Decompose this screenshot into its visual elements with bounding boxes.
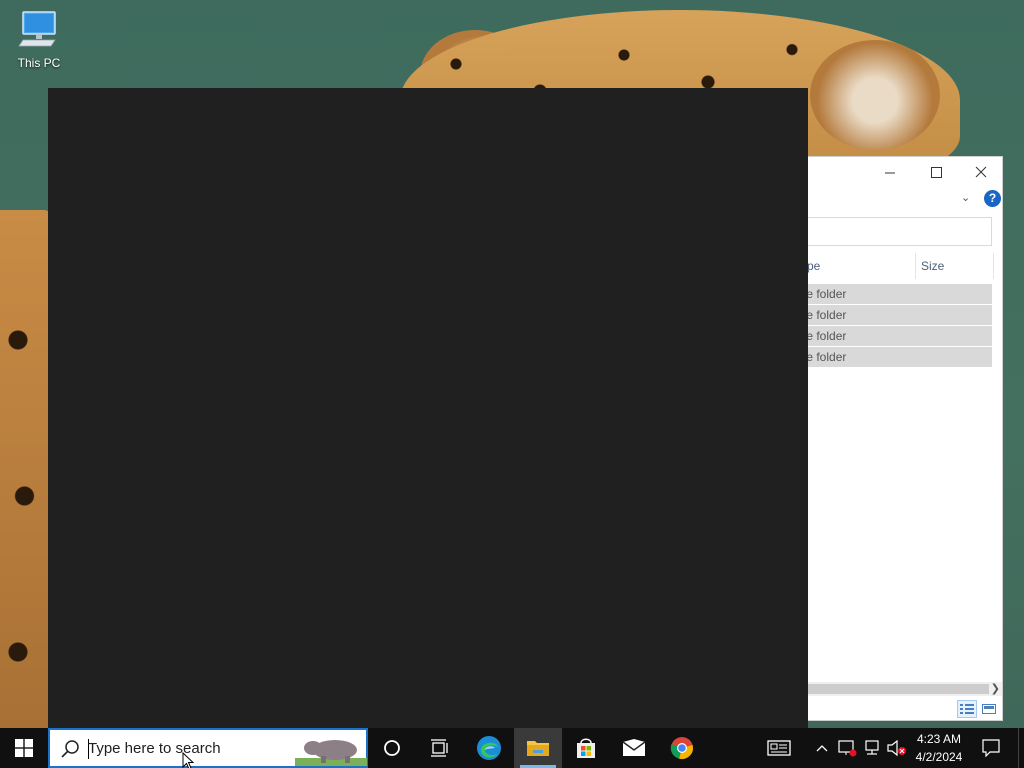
volume-button[interactable] [884,728,910,768]
column-divider[interactable] [993,253,994,279]
column-divider[interactable] [915,253,916,279]
scrollbar-thumb[interactable] [801,684,989,694]
details-view-button[interactable] [957,700,977,718]
help-icon[interactable]: ? [984,190,1001,207]
mail-icon [622,739,646,756]
volume-muted-icon [887,740,906,756]
store-button[interactable] [562,728,610,768]
desktop-icon-label: This PC [17,56,61,70]
close-button[interactable] [958,157,1004,187]
taskbar-clock[interactable]: 4:23 AM 4/2/2024 [910,728,968,768]
file-explorer-icon [527,741,549,756]
expand-ribbon-chevron-icon[interactable]: ⌄ [961,191,970,204]
details-view-icon [960,704,974,714]
task-view-icon [431,739,448,757]
this-pc-icon [18,11,56,47]
network-icon [865,740,879,755]
explorer-search-input[interactable] [801,217,992,246]
windows-logo-icon [15,739,33,757]
chrome-icon [670,737,693,759]
wallpaper-leopard-ear [810,40,940,150]
chevron-up-icon [816,745,828,752]
large-icons-view-button[interactable] [979,700,999,718]
scroll-right-arrow-icon[interactable]: ❯ [991,682,1000,696]
mouse-cursor-icon [182,752,194,768]
show-hidden-icons-button[interactable] [810,728,834,768]
search-highlight-hippo-image [295,740,367,766]
clock-time: 4:23 AM [916,732,962,746]
network-warning-icon [838,740,857,757]
large-icons-view-icon [982,704,996,714]
taskbar: Type here to search 4:23 AM 4/2/2024 [0,728,1024,768]
start-button[interactable] [0,728,48,768]
mail-button[interactable] [610,728,658,768]
close-icon [975,166,987,178]
blank-app-window[interactable] [48,88,808,728]
news-icon [767,740,791,756]
maximize-button[interactable] [913,157,959,187]
desktop-icon-this-pc[interactable]: This PC [12,8,66,76]
show-desktop-button[interactable] [1018,728,1024,768]
clock-date: 4/2/2024 [915,750,963,764]
cortana-icon [384,740,400,756]
store-icon [577,738,595,758]
task-view-button[interactable] [416,728,464,768]
search-placeholder: Type here to search [88,740,221,757]
edge-icon [477,736,501,760]
news-and-interests-button[interactable] [755,728,803,768]
minimize-button[interactable] [867,157,913,187]
notification-icon [982,739,1000,757]
maximize-icon [930,166,942,178]
edge-button[interactable] [465,728,513,768]
column-header-size[interactable]: Size [921,253,944,279]
search-icon [61,740,79,758]
taskbar-search-input[interactable]: Type here to search [48,728,368,768]
tray-network-button[interactable] [860,728,884,768]
action-center-button[interactable] [968,728,1014,768]
cortana-button[interactable] [368,728,416,768]
file-explorer-taskbar-button[interactable] [514,728,562,768]
minimize-icon [884,172,895,173]
chrome-button[interactable] [658,728,706,768]
tray-network-status[interactable] [834,728,860,768]
